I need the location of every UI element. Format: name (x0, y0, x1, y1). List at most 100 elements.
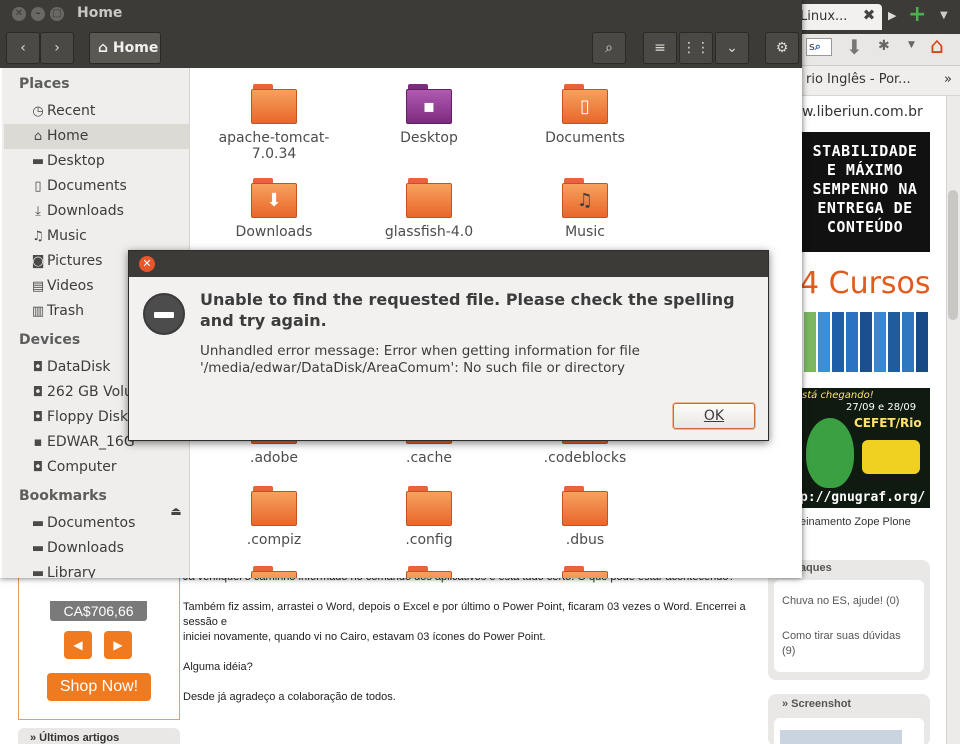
file-item-config[interactable]: .config (359, 486, 499, 548)
file-label: Documents (545, 130, 625, 146)
search-button[interactable]: ⌕ (592, 32, 626, 64)
location-home-button[interactable]: ⌂ Home (89, 32, 161, 64)
sidebar-item-documentos[interactable]: ▬ Documentos (4, 511, 189, 536)
file-item-documents[interactable]: ▯ Documents (515, 84, 655, 146)
window-close-icon[interactable]: ✕ (12, 7, 26, 21)
file-item-compiz[interactable]: .compiz (204, 486, 344, 548)
sidebar-item-label: Downloads (47, 540, 124, 556)
file-label: .compiz (246, 532, 302, 548)
location-label: Home (112, 40, 159, 56)
list-view-button[interactable]: ≡ (643, 32, 677, 64)
search-icon: ⌕ (814, 40, 821, 53)
tab-close-icon[interactable]: ✖ (860, 6, 878, 24)
ad-banner-hosting[interactable]: STABILIDADE E MÁXIMO SEMPENHO NA ENTREGA… (800, 132, 930, 252)
ad-site-url[interactable]: w.liberiun.com.br (802, 104, 923, 120)
banner-url: p://gnugraf.org/ (800, 490, 926, 505)
file-label: Music (565, 224, 605, 240)
folder-icon (406, 566, 452, 578)
window-minimize-icon[interactable]: – (31, 7, 45, 21)
file-label: .cache (406, 450, 452, 466)
error-message: Unhandled error message: Error when gett… (200, 343, 640, 376)
sidebar-item-label: Trash (47, 303, 84, 319)
sidebar-item-label: Floppy Disk (47, 409, 129, 425)
ad-banner-courses[interactable]: 4 Cursos (800, 266, 930, 378)
folder-icon (251, 84, 297, 124)
post-paragraph: iniciei novamente, quando vi no Cairo, e… (183, 631, 546, 643)
sidebar-item-computer[interactable]: ◘ Computer (4, 455, 189, 480)
folder-icon (251, 486, 297, 526)
file-item-desktop[interactable]: ▪ Desktop (359, 84, 499, 146)
view-options-button[interactable]: ⌄ (715, 32, 749, 64)
ad-prev-button[interactable]: ◀ (64, 631, 92, 659)
file-item-partial[interactable] (204, 566, 344, 578)
sidebar-item-documents[interactable]: ▯ Documents (4, 174, 189, 199)
chevron-down-icon[interactable]: ▼ (908, 40, 918, 54)
search-icon: ⌕ (605, 40, 613, 56)
sidebar-item-downloads[interactable]: ⤓ Downloads (4, 199, 189, 224)
back-button[interactable]: ‹ (6, 32, 40, 64)
gnugraf-logo (862, 440, 920, 474)
sidebar-item-library[interactable]: ▬ Library (4, 561, 189, 578)
ad-banner-gnugraf[interactable]: stá chegando! 27/09 e 28/09 CEFET/Rio p:… (800, 388, 930, 508)
new-tab-icon[interactable]: + (908, 4, 930, 26)
download-icon[interactable]: ⬇ (846, 36, 864, 58)
sidebar-item-label: Home (47, 128, 89, 144)
shop-now-button[interactable]: Shop Now! (47, 673, 151, 701)
folder-icon: ▬ (31, 154, 45, 169)
bookmarks-more-button[interactable]: » (944, 72, 952, 87)
camera-icon: ◙ (31, 254, 45, 269)
chevron-right-icon: › (54, 40, 60, 56)
sidebar-item-home[interactable]: ⌂ Home (4, 124, 189, 149)
file-label: apache-tomcat- 7.0.34 (218, 130, 330, 162)
desktop-folder-icon: ▪ (406, 84, 452, 124)
file-item-downloads[interactable]: ⬇ Downloads (204, 178, 344, 240)
book-image (888, 312, 900, 372)
sidebar-item-desktop[interactable]: ▬ Desktop (4, 149, 189, 174)
file-label: Downloads (235, 224, 313, 240)
file-item-partial[interactable] (359, 566, 499, 578)
sidebar-item-label: Library (47, 565, 96, 578)
window-maximize-icon[interactable]: □ (50, 7, 64, 21)
folder-icon: ▬ (31, 541, 45, 556)
scrollbar-thumb[interactable] (948, 190, 958, 320)
grid-view-button[interactable]: ⋮⋮ (679, 32, 713, 64)
file-item-glassfish[interactable]: glassfish-4.0 (359, 178, 499, 240)
highlight-link[interactable]: Chuva no ES, ajude! (0) (782, 594, 912, 609)
gear-icon: ⚙ (775, 40, 789, 56)
search-input[interactable]: s⌕ (806, 38, 832, 56)
chevron-left-icon: ‹ (20, 40, 26, 56)
file-label: glassfish-4.0 (384, 224, 474, 240)
file-item-apache-tomcat[interactable]: apache-tomcat- 7.0.34 (204, 84, 344, 162)
usb-icon: ▪ (33, 435, 43, 450)
tab-list-icon[interactable]: ▼ (940, 6, 956, 26)
sidebar-item-label: Desktop (47, 153, 105, 169)
banner-title: 4 Cursos (800, 266, 930, 301)
ok-button[interactable]: OK (673, 403, 755, 429)
documents-folder-icon: ▯ (562, 84, 608, 124)
chevron-left-icon: ◀ (73, 638, 83, 652)
home-icon[interactable]: ⌂ (930, 34, 954, 60)
highlight-link[interactable]: Como tirar suas dúvidas (9) (782, 629, 912, 659)
screenshot-thumbnail[interactable] (780, 730, 902, 744)
addon-icon[interactable]: ✱ (878, 38, 896, 56)
sidebar-item-label: Computer (47, 459, 117, 475)
close-icon[interactable]: ✕ (139, 256, 155, 272)
bookmark-item[interactable]: rio Inglês - Por... (806, 72, 911, 87)
latest-articles-title: » Últimos artigos (30, 732, 120, 744)
sidebar-item-recent[interactable]: ◷ Recent (4, 99, 189, 124)
product-price: CA$706,66 (50, 601, 147, 621)
ad-text-link[interactable]: einamento Zope Plone (800, 516, 911, 528)
banner-headline: stá chegando! (802, 390, 874, 401)
ad-next-button[interactable]: ▶ (104, 631, 132, 659)
file-item-dbus[interactable]: .dbus (515, 486, 655, 548)
folder-icon: ▬ (31, 566, 45, 578)
sidebar-item-downloads-bookmark[interactable]: ▬ Downloads (4, 536, 189, 561)
forward-button[interactable]: › (40, 32, 74, 64)
settings-button[interactable]: ⚙ (765, 32, 799, 64)
file-item-partial[interactable] (515, 566, 655, 578)
grid-icon: ⋮⋮ (682, 40, 710, 56)
banner-illustration (806, 418, 854, 488)
sidebar-item-music[interactable]: ♫ Music (4, 224, 189, 249)
tab-scroll-right-icon[interactable]: ▶ (888, 6, 904, 26)
file-item-music[interactable]: ♫ Music (515, 178, 655, 240)
